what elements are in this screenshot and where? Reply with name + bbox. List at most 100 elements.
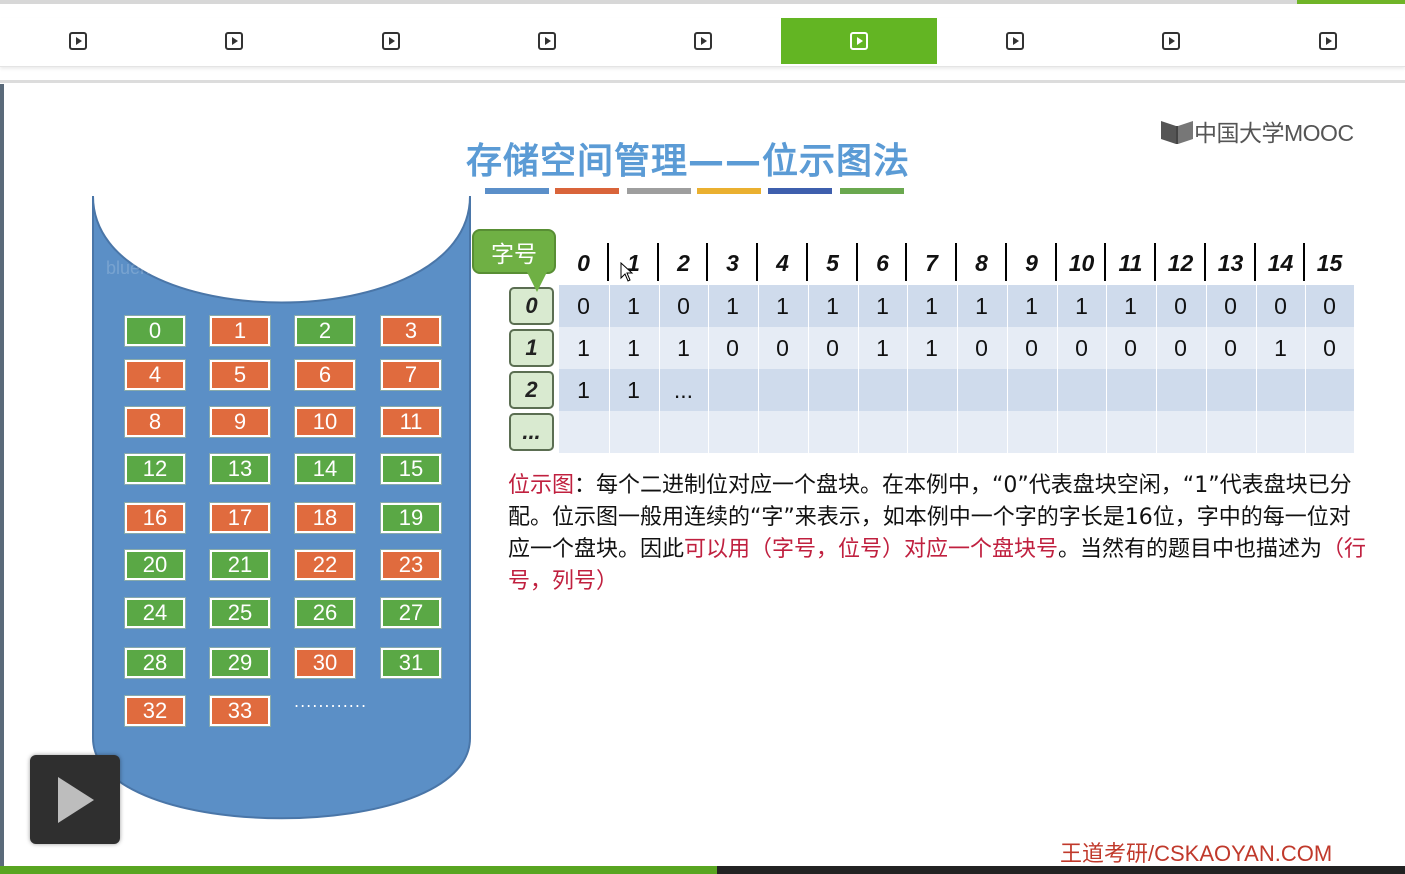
bitmap-cell: ... xyxy=(673,376,694,403)
chapter-tab-4[interactable] xyxy=(469,18,625,64)
bitmap-cell: 0 xyxy=(1224,334,1237,361)
title-underline-segment xyxy=(627,188,691,194)
disk-block: 2 xyxy=(294,315,356,347)
bitmap-row-header: 2 xyxy=(509,371,554,409)
logo-text: 中国大学MOOC xyxy=(1194,120,1354,146)
play-button[interactable] xyxy=(30,755,120,844)
bitmap-cell: 1 xyxy=(826,292,839,319)
play-icon xyxy=(538,32,556,50)
header-divider xyxy=(1005,243,1007,281)
chapter-tab-2[interactable] xyxy=(156,18,312,64)
disk-block: 23 xyxy=(380,549,442,581)
video-progress-bar[interactable] xyxy=(0,866,1405,874)
header-divider xyxy=(756,243,758,281)
header-divider xyxy=(1055,243,1057,281)
bitmap-cell: 0 xyxy=(1174,334,1187,361)
bitmap-cell: 1 xyxy=(627,292,640,319)
mooc-logo-icon xyxy=(1161,121,1193,144)
disk-block: 25 xyxy=(209,597,271,629)
bitmap-column-header: 4 xyxy=(776,250,789,276)
header-divider xyxy=(1254,243,1256,281)
chapter-tab-6[interactable] xyxy=(781,18,937,64)
top-strip xyxy=(0,0,1405,4)
chapter-tab-7[interactable] xyxy=(937,18,1093,64)
play-icon xyxy=(225,32,243,50)
bitmap-cell: 1 xyxy=(577,334,590,361)
description-highlight-1: 可以用（字号，位号）对应一个盘块号 xyxy=(684,537,1059,562)
chapter-tab-bar xyxy=(0,18,1405,67)
play-icon xyxy=(69,32,87,50)
header-divider xyxy=(905,243,907,281)
word-number-callout: 字号 xyxy=(472,229,556,274)
description-term: 位示图 xyxy=(508,473,575,498)
bitmap-cell: 1 xyxy=(876,334,889,361)
chapter-tab-5[interactable] xyxy=(625,18,781,64)
play-icon xyxy=(850,32,868,50)
top-strip-accent xyxy=(1297,0,1405,4)
bitmap-column-header: 3 xyxy=(726,250,739,276)
disk-block: 33 xyxy=(209,695,271,727)
disk-block: 4 xyxy=(124,359,186,391)
bitmap-column-header: 12 xyxy=(1167,250,1194,276)
bitmap-cell: 0 xyxy=(726,334,739,361)
disk-block: 14 xyxy=(294,453,356,485)
header-divider xyxy=(1104,243,1106,281)
separator xyxy=(0,80,1405,83)
bitmap-column-header: 0 xyxy=(577,250,590,276)
title-underline-segment xyxy=(768,188,832,194)
bitmap-cell: 0 xyxy=(1174,292,1187,319)
credit-text: 王道考研/CSKAOYAN.COM xyxy=(1060,841,1333,866)
header-divider xyxy=(1154,243,1156,281)
bitmap-column-header: 2 xyxy=(677,250,690,276)
mouse-cursor-icon xyxy=(620,262,634,282)
play-icon xyxy=(1319,32,1337,50)
disk-block: 20 xyxy=(124,549,186,581)
callout-tail xyxy=(527,272,547,292)
disk-block: 7 xyxy=(380,359,442,391)
disk-block: 0 xyxy=(124,315,186,347)
bitmap-row-header: ... xyxy=(509,413,554,451)
disk-block: 18 xyxy=(294,502,356,534)
video-progress-fill xyxy=(0,866,717,874)
disk-block: 19 xyxy=(380,502,442,534)
bitmap-cell: 0 xyxy=(677,292,690,319)
disk-block: 1 xyxy=(209,315,271,347)
bitmap-cell: 0 xyxy=(826,334,839,361)
bitmap-cell: 1 xyxy=(876,292,889,319)
bitmap-column-header: 14 xyxy=(1267,250,1294,276)
play-icon xyxy=(1162,32,1180,50)
disk-block: 27 xyxy=(380,597,442,629)
header-divider xyxy=(806,243,808,281)
bitmap-cell: 0 xyxy=(776,334,789,361)
disk-block: 11 xyxy=(380,406,442,438)
bitmap-cell: 1 xyxy=(627,376,640,403)
bitmap-column-header: 9 xyxy=(1025,250,1038,276)
bitmap-cell: 1 xyxy=(1075,292,1088,319)
slide-title: 存储空间管理——位示图法 xyxy=(466,141,911,182)
bitmap-column-header: 11 xyxy=(1118,250,1143,276)
header-divider xyxy=(1204,243,1206,281)
bitmap-column-header: 6 xyxy=(876,250,889,276)
bitmap-cell: 1 xyxy=(577,376,590,403)
disk-block: 16 xyxy=(124,502,186,534)
bitmap-cell: 0 xyxy=(1323,292,1336,319)
bitmap-cell: 0 xyxy=(975,334,988,361)
disk-block: 32 xyxy=(124,695,186,727)
title-underline-segment xyxy=(697,188,761,194)
bitmap-cell: 1 xyxy=(1124,292,1137,319)
bitmap-row-header: 0 xyxy=(509,287,554,325)
play-icon xyxy=(1006,32,1024,50)
chapter-tab-1[interactable] xyxy=(0,18,156,64)
header-divider xyxy=(657,243,659,281)
disk-block: 31 xyxy=(380,647,442,679)
chapter-tab-3[interactable] xyxy=(313,18,469,64)
bitmap-cell: 1 xyxy=(975,292,988,319)
header-divider xyxy=(706,243,708,281)
disk-block: 5 xyxy=(209,359,271,391)
bitmap-column-header: 15 xyxy=(1316,250,1343,276)
chapter-tab-8[interactable] xyxy=(1093,18,1249,64)
header-divider xyxy=(955,243,957,281)
disk-block: 9 xyxy=(209,406,271,438)
chapter-tab-9[interactable] xyxy=(1250,18,1405,64)
bitmap-column-header: 8 xyxy=(975,250,988,276)
